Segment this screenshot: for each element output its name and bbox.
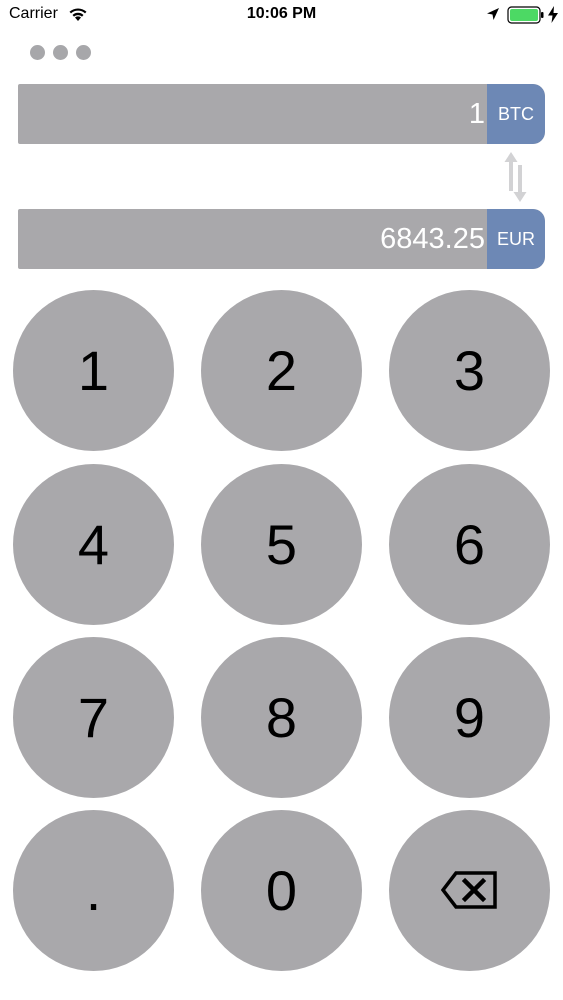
- charging-icon: [548, 6, 558, 23]
- more-dot-icon: [76, 45, 91, 60]
- to-amount: 6843.25: [380, 223, 485, 255]
- to-currency-selector[interactable]: EUR: [487, 209, 545, 269]
- from-amount: 1: [468, 98, 485, 130]
- key-0[interactable]: 0: [201, 810, 362, 971]
- key-6[interactable]: 6: [389, 464, 550, 625]
- swap-arrows-icon[interactable]: [504, 151, 528, 203]
- more-dot-icon: [30, 45, 45, 60]
- key-9[interactable]: 9: [389, 637, 550, 798]
- to-currency-field[interactable]: 6843.25 EUR: [18, 209, 545, 269]
- key-5[interactable]: 5: [201, 464, 362, 625]
- more-options-button[interactable]: [30, 45, 94, 63]
- more-dot-icon: [53, 45, 68, 60]
- status-bar: Carrier 10:06 PM: [0, 0, 563, 30]
- key-8[interactable]: 8: [201, 637, 362, 798]
- key-2[interactable]: 2: [201, 290, 362, 451]
- key-decimal[interactable]: .: [13, 810, 174, 971]
- clock-time: 10:06 PM: [246, 5, 317, 22]
- battery-icon: [507, 6, 545, 24]
- from-currency-selector[interactable]: BTC: [487, 84, 545, 144]
- key-3[interactable]: 3: [389, 290, 550, 451]
- key-1[interactable]: 1: [13, 290, 174, 451]
- location-icon: [486, 7, 500, 21]
- key-7[interactable]: 7: [13, 637, 174, 798]
- backspace-button[interactable]: [389, 810, 550, 971]
- backspace-icon: [441, 871, 497, 909]
- from-currency-field[interactable]: 1 BTC: [18, 84, 545, 144]
- key-4[interactable]: 4: [13, 464, 174, 625]
